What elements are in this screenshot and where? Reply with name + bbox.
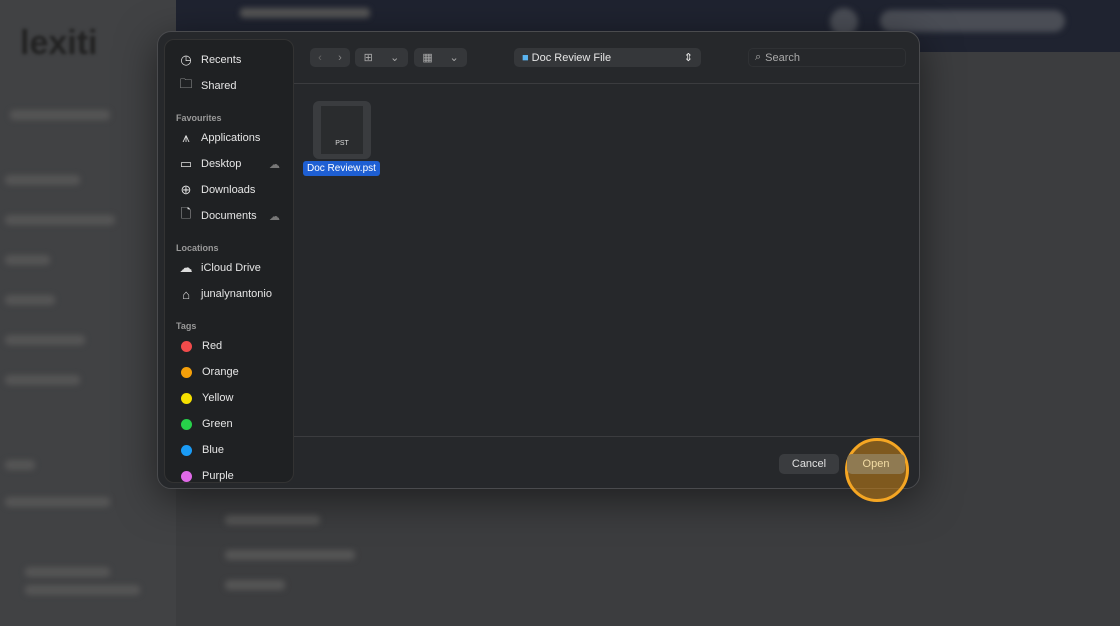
- blurred-content: [5, 460, 35, 470]
- toolbar-divider: [294, 83, 919, 84]
- file-name-label[interactable]: Doc Review.pst: [303, 161, 380, 176]
- section-header-locations: Locations: [176, 243, 219, 253]
- blurred-content: [5, 335, 85, 345]
- blurred-content: [25, 585, 140, 595]
- blurred-content: [5, 215, 115, 225]
- sidebar-tag-green[interactable]: Green: [177, 414, 233, 434]
- sidebar-tag-blue[interactable]: Blue: [177, 440, 224, 460]
- forward-button[interactable]: ›: [338, 52, 342, 64]
- sidebar-item-recents[interactable]: ◷ Recents: [177, 50, 241, 70]
- back-button[interactable]: ‹: [318, 52, 322, 64]
- shared-folder-icon: 🗀: [179, 76, 193, 91]
- blurred-content: [240, 8, 370, 18]
- sidebar-item-applications[interactable]: ⩚ Applications: [177, 128, 292, 148]
- footer-divider: [294, 436, 919, 437]
- sidebar-item-documents[interactable]: 🗋 Documents ☁: [177, 206, 292, 226]
- desktop-icon: ▭: [179, 156, 193, 171]
- view-mode-dropdown[interactable]: ⊞ ⌄: [355, 48, 408, 67]
- app-logo: lexiti: [20, 24, 98, 62]
- location-dropdown[interactable]: ■ Doc Review File ⇕: [514, 48, 701, 67]
- blurred-search: [880, 10, 1065, 32]
- sidebar-tag-orange[interactable]: Orange: [177, 362, 239, 382]
- search-icon: ⌕: [755, 51, 762, 63]
- dialog-sidebar: ◷ Recents 🗀 Shared Favourites ⩚ Application…: [164, 39, 294, 483]
- folder-icon: ■: [522, 51, 529, 64]
- sidebar-tag-yellow[interactable]: Yellow: [177, 388, 233, 408]
- pst-file-icon: PST: [321, 106, 363, 154]
- sidebar-item-home[interactable]: ⌂ junalynantonio: [177, 284, 272, 304]
- grid-icon: ⊞: [363, 52, 373, 64]
- up-down-chevron-icon: ⇕: [683, 52, 693, 64]
- cloud-icon: ☁: [269, 158, 280, 171]
- sidebar-item-icloud-drive[interactable]: ☁ iCloud Drive: [177, 258, 261, 278]
- section-header-favourites: Favourites: [176, 113, 222, 123]
- blurred-content: [5, 295, 55, 305]
- blurred-content: [5, 497, 110, 507]
- file-open-dialog: ◷ Recents 🗀 Shared Favourites ⩚ Application…: [157, 31, 920, 489]
- sidebar-tag-purple[interactable]: Purple: [177, 466, 234, 482]
- section-header-tags: Tags: [176, 321, 197, 331]
- chevron-down-icon: ⌄: [449, 52, 459, 64]
- blurred-content: [225, 515, 320, 525]
- applications-icon: ⩚: [182, 130, 190, 145]
- sidebar-tag-red[interactable]: Red: [177, 336, 222, 356]
- blurred-content: [25, 567, 110, 577]
- tag-dot-icon: [181, 470, 192, 482]
- blurred-content: [5, 255, 50, 265]
- background-sidebar: [0, 0, 176, 626]
- tag-dot-icon: [181, 392, 192, 404]
- home-icon: ⌂: [182, 286, 190, 302]
- tag-dot-icon: [181, 366, 192, 378]
- download-icon: ⊕: [180, 182, 192, 197]
- cloud-icon: ☁: [269, 210, 280, 223]
- back-forward-buttons: ‹ ›: [310, 48, 350, 67]
- file-item[interactable]: PST: [313, 101, 371, 159]
- search-input[interactable]: ⌕ Search: [748, 48, 906, 67]
- open-button[interactable]: Open: [847, 454, 905, 474]
- sidebar-item-downloads[interactable]: ⊕ Downloads: [177, 180, 292, 200]
- sidebar-item-desktop[interactable]: ▭ Desktop ☁: [177, 154, 292, 174]
- blurred-content: [5, 175, 80, 185]
- cloud-icon: ☁: [179, 260, 193, 275]
- tag-dot-icon: [181, 418, 192, 430]
- blurred-content: [10, 110, 110, 120]
- blurred-content: [5, 375, 80, 385]
- blurred-content: [225, 580, 285, 590]
- cancel-button[interactable]: Cancel: [779, 454, 839, 474]
- tag-dot-icon: [181, 444, 192, 456]
- group-grid-icon: ▦: [422, 52, 433, 64]
- group-dropdown[interactable]: ▦ ⌄: [414, 48, 467, 67]
- clock-icon: ◷: [180, 52, 192, 67]
- tag-dot-icon: [181, 340, 192, 352]
- document-icon: 🗋: [180, 206, 192, 221]
- sidebar-item-shared[interactable]: 🗀 Shared: [177, 76, 236, 96]
- chevron-down-icon: ⌄: [390, 52, 400, 64]
- blurred-content: [225, 550, 355, 560]
